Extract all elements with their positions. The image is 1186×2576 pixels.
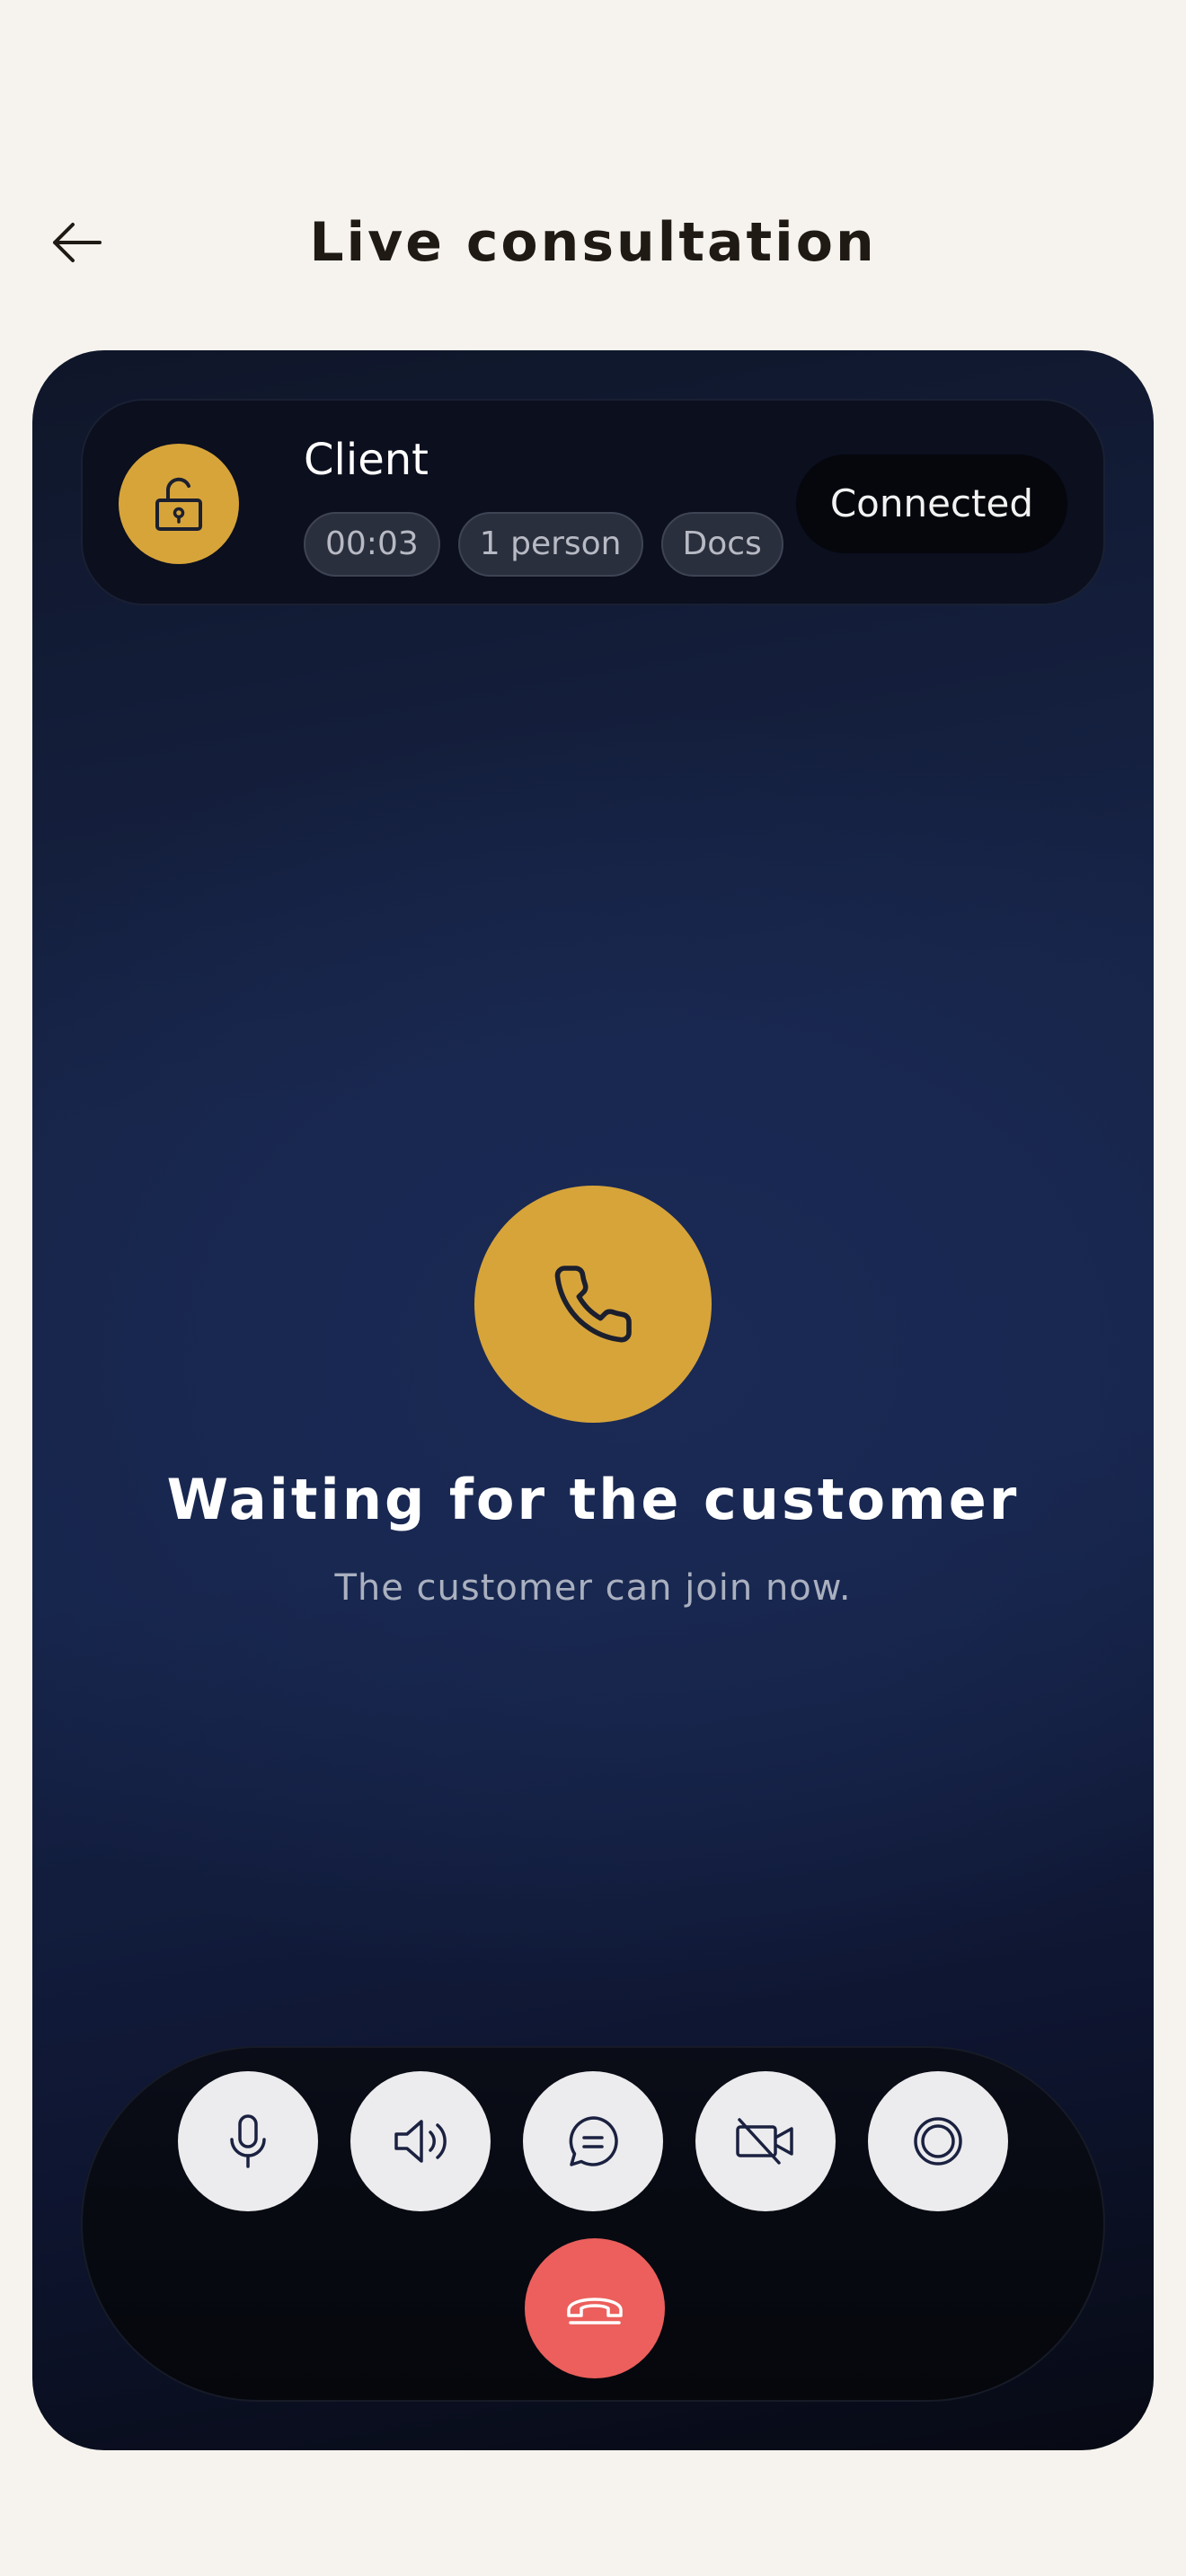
call-card: Client 00:03 1 person Docs Connected Wai… [32,350,1154,2450]
microphone-button[interactable] [178,2071,318,2211]
camera-off-button[interactable] [695,2071,836,2211]
page-title: Live consultation [309,211,877,274]
avatar [119,444,239,564]
microphone-icon [223,2113,273,2170]
chat-button[interactable] [523,2071,663,2211]
speaker-button[interactable] [350,2071,491,2211]
video-off-icon [734,2114,797,2168]
speaker-icon [391,2114,450,2168]
end-call-button[interactable] [525,2238,665,2378]
unlocked-padlock-icon [152,475,206,533]
timer-chip: 00:03 [304,512,440,577]
header: Live consultation [0,180,1186,305]
client-info-panel: Client 00:03 1 person Docs Connected [81,399,1105,605]
call-status-circle [474,1186,712,1423]
call-controls [81,2046,1105,2402]
phone-icon [550,1261,636,1347]
participants-chip: 1 person [457,512,643,577]
record-icon [911,2114,965,2168]
chip-row: 00:03 1 person Docs [304,512,783,577]
waiting-subtitle: The customer can join now. [334,1567,852,1609]
status-badge: Connected [795,454,1067,553]
waiting-title: Waiting for the customer [166,1467,1020,1532]
record-button[interactable] [868,2071,1008,2211]
chat-icon [564,2113,622,2170]
client-name: Client [304,435,429,485]
hang-up-icon [563,2289,626,2328]
docs-chip[interactable]: Docs [660,512,783,577]
